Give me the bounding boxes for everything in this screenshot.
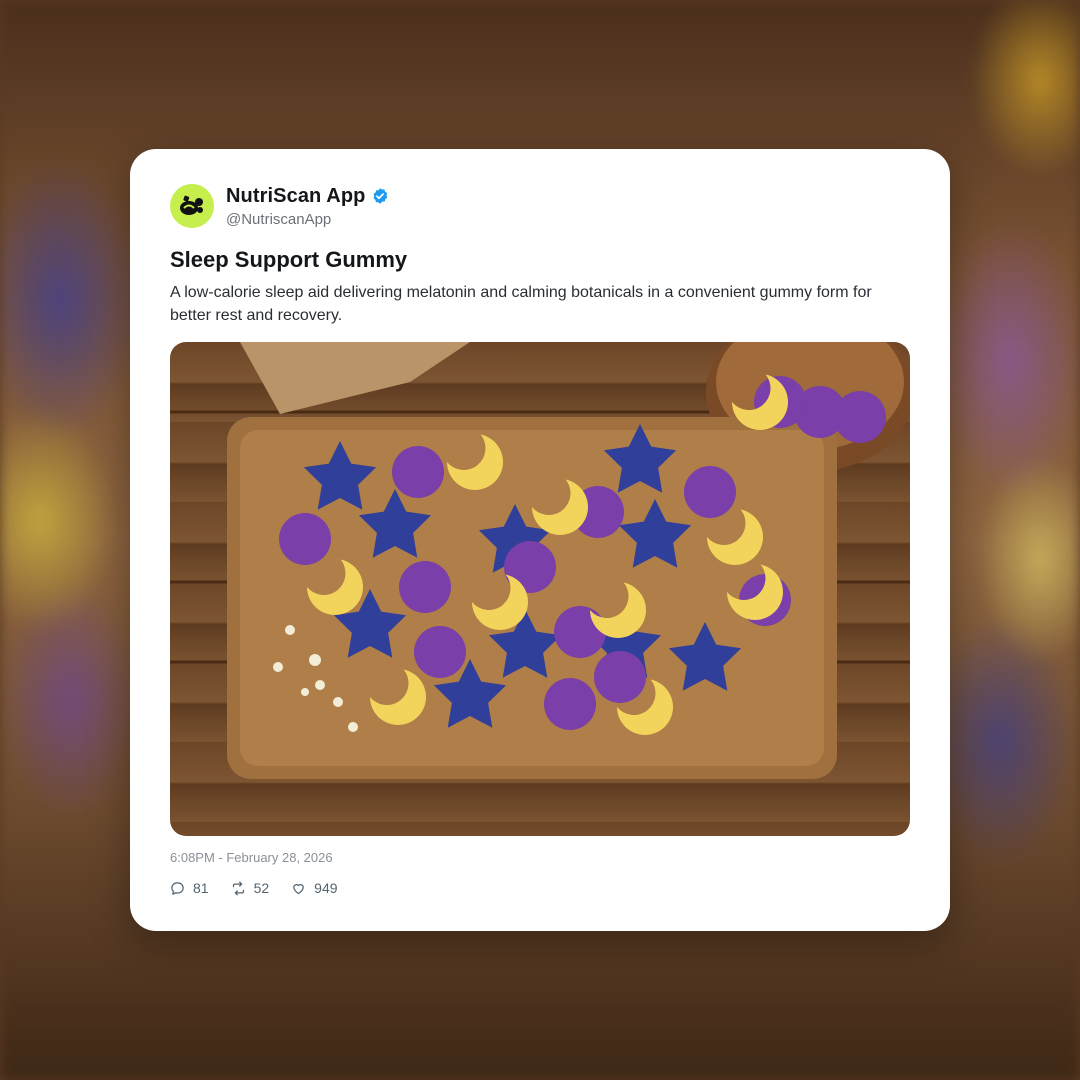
berry-gummy bbox=[544, 678, 596, 730]
author-handle[interactable]: @NutriscanApp bbox=[226, 211, 389, 228]
berry-gummy bbox=[554, 606, 606, 658]
like-button[interactable]: 949 bbox=[291, 880, 338, 896]
post-image[interactable] bbox=[170, 342, 910, 836]
like-count: 949 bbox=[314, 880, 338, 896]
post-header: NutriScan App @NutriscanApp bbox=[170, 184, 389, 228]
repost-count: 52 bbox=[253, 880, 270, 896]
post-card: NutriScan App @NutriscanApp Sleep Suppor… bbox=[130, 149, 950, 931]
berry-gummy bbox=[414, 626, 466, 678]
berry-gummy bbox=[594, 651, 646, 703]
berry-gummy bbox=[392, 446, 444, 498]
berry-gummy bbox=[279, 513, 331, 565]
post-description: A low-calorie sleep aid delivering melat… bbox=[170, 284, 872, 324]
repost-button[interactable]: 52 bbox=[231, 880, 270, 896]
comment-icon bbox=[171, 881, 184, 895]
post-timestamp[interactable]: 6:08PM - February 28, 2026 bbox=[170, 850, 333, 865]
action-bar: 81 52 949 bbox=[170, 880, 360, 896]
berry-gummy bbox=[684, 466, 736, 518]
avatar[interactable] bbox=[170, 184, 214, 228]
verified-badge-icon bbox=[373, 188, 388, 204]
post-title: Sleep Support Gummy bbox=[170, 247, 408, 272]
berry-gummy bbox=[399, 561, 451, 613]
repost-icon bbox=[232, 881, 244, 895]
berry-gummy bbox=[834, 391, 886, 443]
reply-button[interactable]: 81 bbox=[170, 880, 209, 896]
author-display-name[interactable]: NutriScan App bbox=[226, 185, 365, 208]
leaf-logo-icon bbox=[180, 195, 203, 215]
reply-count: 81 bbox=[193, 880, 209, 896]
heart-icon bbox=[293, 883, 304, 894]
gummies-on-board-illustration bbox=[170, 342, 910, 779]
